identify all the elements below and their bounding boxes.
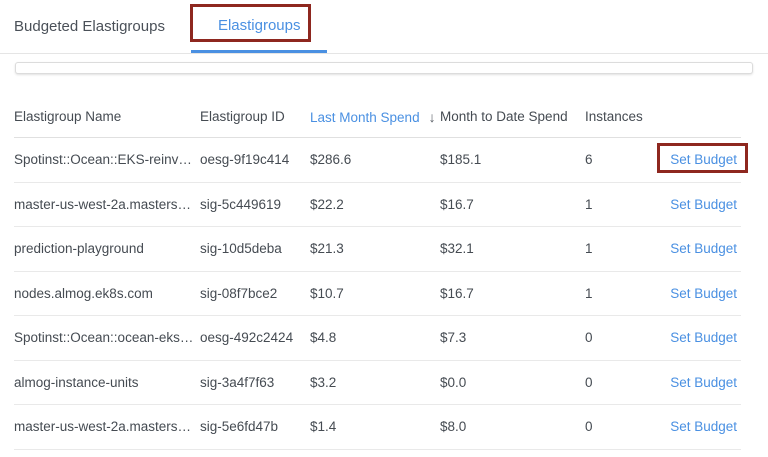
elastigroup-name: nodes.almog.ek8s.com <box>14 286 200 301</box>
last-month-spend-value: $4.8 <box>310 330 440 345</box>
elastigroups-table: Elastigroup Name Elastigroup ID Last Mon… <box>14 96 741 450</box>
elastigroup-id: sig-3a4f7f63 <box>200 375 310 390</box>
actions-cell: Set Budget <box>670 375 741 390</box>
actions-cell: Set Budget <box>670 241 741 256</box>
elastigroup-id: sig-10d5deba <box>200 241 310 256</box>
elastigroup-id: oesg-9f19c414 <box>200 152 310 167</box>
table-row: master-us-west-2a.masters… sig-5c449619 … <box>14 183 741 228</box>
set-budget-link[interactable]: Set Budget <box>670 330 737 345</box>
last-month-spend-value: $22.2 <box>310 197 440 212</box>
column-header-last-month-spend[interactable]: Last Month Spend ↓ <box>310 109 440 125</box>
elastigroup-id: sig-5c449619 <box>200 197 310 212</box>
table-row: almog-instance-units sig-3a4f7f63 $3.2 $… <box>14 361 741 406</box>
actions-cell: Set Budget <box>670 330 741 345</box>
table-row: Spotinst::Ocean::EKS-reinv… oesg-9f19c41… <box>14 138 741 183</box>
instances-count: 0 <box>585 330 670 345</box>
month-to-date-spend-value: $16.7 <box>440 197 585 212</box>
elastigroup-name: Spotinst::Ocean::EKS-reinv… <box>14 152 200 167</box>
last-month-spend-value: $21.3 <box>310 241 440 256</box>
table-row: prediction-playground sig-10d5deba $21.3… <box>14 227 741 272</box>
table-row: Spotinst::Ocean::ocean-eks… oesg-492c242… <box>14 316 741 361</box>
table-row: nodes.almog.ek8s.com sig-08f7bce2 $10.7 … <box>14 272 741 317</box>
set-budget-link[interactable]: Set Budget <box>670 375 737 390</box>
month-to-date-spend-value: $7.3 <box>440 330 585 345</box>
instances-count: 1 <box>585 241 670 256</box>
table-row: master-us-west-2a.masters… sig-5e6fd47b … <box>14 405 741 450</box>
elastigroup-name: Spotinst::Ocean::ocean-eks… <box>14 330 200 345</box>
month-to-date-spend-value: $0.0 <box>440 375 585 390</box>
instances-count: 0 <box>585 375 670 390</box>
elastigroup-id: oesg-492c2424 <box>200 330 310 345</box>
month-to-date-spend-value: $8.0 <box>440 419 585 434</box>
column-header-last-month-spend-label: Last Month Spend <box>310 110 420 125</box>
last-month-spend-value: $286.6 <box>310 152 440 167</box>
instances-count: 1 <box>585 286 670 301</box>
column-header-instances[interactable]: Instances <box>585 109 670 124</box>
table-header-row: Elastigroup Name Elastigroup ID Last Mon… <box>14 96 741 138</box>
set-budget-link[interactable]: Set Budget <box>670 286 737 301</box>
set-budget-link[interactable]: Set Budget <box>670 241 737 256</box>
actions-cell: Set Budget <box>670 286 741 301</box>
filter-bar[interactable] <box>15 62 753 74</box>
tab-bar: Budgeted Elastigroups Elastigroups <box>0 0 768 54</box>
last-month-spend-value: $3.2 <box>310 375 440 390</box>
elastigroup-id: sig-08f7bce2 <box>200 286 310 301</box>
elastigroup-name: master-us-west-2a.masters… <box>14 419 200 434</box>
month-to-date-spend-value: $16.7 <box>440 286 585 301</box>
elastigroup-id: sig-5e6fd47b <box>200 419 310 434</box>
actions-cell: Set Budget <box>670 152 741 167</box>
sort-descending-icon[interactable]: ↓ <box>429 109 436 125</box>
instances-count: 6 <box>585 152 670 167</box>
actions-cell: Set Budget <box>670 419 741 434</box>
instances-count: 0 <box>585 419 670 434</box>
elastigroup-name: master-us-west-2a.masters… <box>14 197 200 212</box>
set-budget-link[interactable]: Set Budget <box>670 419 737 434</box>
elastigroup-name: prediction-playground <box>14 241 200 256</box>
budgets-screen: Budgeted Elastigroups Elastigroups Elast… <box>0 0 768 457</box>
table-body: Spotinst::Ocean::EKS-reinv… oesg-9f19c41… <box>14 138 741 450</box>
instances-count: 1 <box>585 197 670 212</box>
column-header-elastigroup-name[interactable]: Elastigroup Name <box>14 109 200 124</box>
column-header-month-to-date-spend[interactable]: Month to Date Spend <box>440 109 585 124</box>
month-to-date-spend-value: $32.1 <box>440 241 585 256</box>
column-header-elastigroup-id[interactable]: Elastigroup ID <box>200 109 310 124</box>
set-budget-link[interactable]: Set Budget <box>670 152 737 167</box>
month-to-date-spend-value: $185.1 <box>440 152 585 167</box>
last-month-spend-value: $10.7 <box>310 286 440 301</box>
tab-budgeted-elastigroups[interactable]: Budgeted Elastigroups <box>14 0 165 53</box>
tab-elastigroups[interactable]: Elastigroups <box>191 0 328 53</box>
set-budget-link[interactable]: Set Budget <box>670 197 737 212</box>
elastigroup-name: almog-instance-units <box>14 375 200 390</box>
actions-cell: Set Budget <box>670 197 741 212</box>
last-month-spend-value: $1.4 <box>310 419 440 434</box>
